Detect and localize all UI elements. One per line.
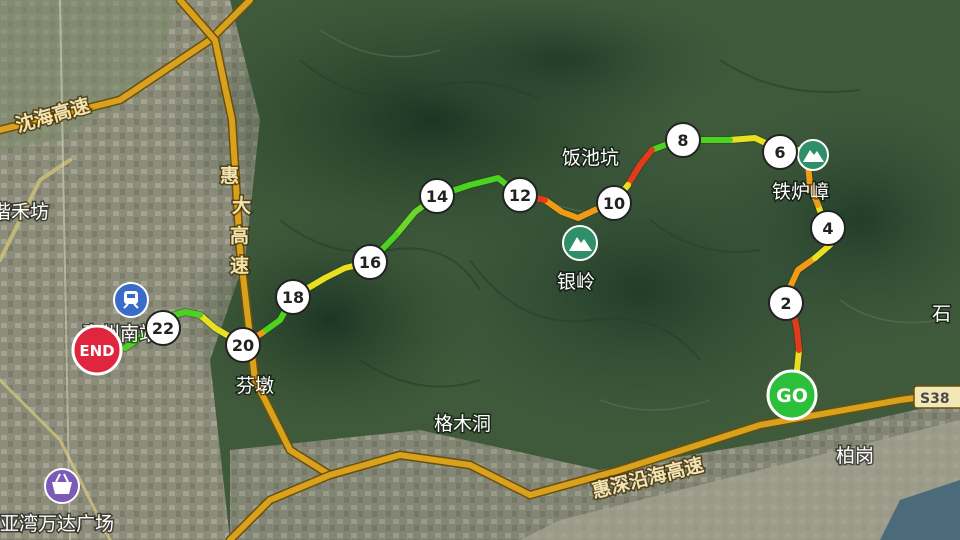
- road-label-huida-4: 速: [230, 254, 249, 277]
- km-marker-2[interactable]: 2: [768, 285, 804, 321]
- mountain-icon[interactable]: [562, 225, 598, 261]
- place-label-xiehe: 谐禾坊: [0, 201, 49, 223]
- km-marker-label: 10: [603, 194, 625, 213]
- place-label-tiedong: 铁炉嶂: [772, 181, 829, 203]
- km-marker-label: 14: [426, 187, 448, 206]
- map-canvas[interactable]: 饭池坑 铁炉嶂 银岭 芬墩 格木洞 柏岗 谐禾坊 亚湾万达广场 惠州南站 石 沈…: [0, 0, 960, 540]
- mountain-icon[interactable]: [797, 139, 829, 171]
- place-label-baigang: 柏岗: [836, 445, 874, 467]
- km-marker-6[interactable]: 6: [762, 134, 798, 170]
- place-label-gemudong: 格木洞: [434, 413, 491, 435]
- km-marker-4[interactable]: 4: [810, 210, 846, 246]
- km-marker-10[interactable]: 10: [596, 185, 632, 221]
- place-label-yinling: 银岭: [557, 271, 595, 293]
- start-marker[interactable]: GO: [766, 369, 818, 421]
- km-marker-label: 22: [152, 319, 174, 338]
- place-label-wanda: 亚湾万达广场: [0, 513, 114, 535]
- road-label-huida-2: 大: [232, 194, 251, 217]
- km-marker-12[interactable]: 12: [502, 177, 538, 213]
- road-shield-s38: S38: [913, 385, 960, 409]
- km-marker-14[interactable]: 14: [419, 178, 455, 214]
- end-marker-label: END: [79, 342, 114, 360]
- km-marker-16[interactable]: 16: [352, 244, 388, 280]
- km-marker-label: 4: [822, 219, 833, 238]
- km-marker-label: 16: [359, 253, 381, 272]
- place-label-fendun: 芬墩: [236, 375, 274, 397]
- start-marker-label: GO: [776, 385, 808, 407]
- satellite-map[interactable]: 饭池坑 铁炉嶂 银岭 芬墩 格木洞 柏岗 谐禾坊 亚湾万达广场 惠州南站 石 沈…: [0, 0, 960, 540]
- km-marker-label: 12: [509, 186, 531, 205]
- km-marker-label: 18: [282, 288, 304, 307]
- km-marker-18[interactable]: 18: [275, 279, 311, 315]
- km-marker-label: 20: [232, 336, 254, 355]
- place-label-fanchikeng: 饭池坑: [562, 147, 619, 169]
- end-marker[interactable]: END: [71, 324, 123, 376]
- road-label-huida-1: 惠: [220, 165, 239, 187]
- road-shield-label: S38: [920, 391, 950, 407]
- road-label-huida-3: 高: [230, 224, 249, 247]
- km-marker-label: 8: [677, 131, 688, 150]
- km-marker-8[interactable]: 8: [665, 122, 701, 158]
- km-marker-22[interactable]: 22: [145, 310, 181, 346]
- place-label-shi: 石: [932, 303, 951, 325]
- shopping-basket-icon[interactable]: [44, 468, 80, 504]
- km-marker-20[interactable]: 20: [225, 327, 261, 363]
- km-marker-label: 2: [780, 294, 791, 313]
- km-marker-label: 6: [774, 143, 785, 162]
- train-icon[interactable]: [113, 282, 149, 318]
